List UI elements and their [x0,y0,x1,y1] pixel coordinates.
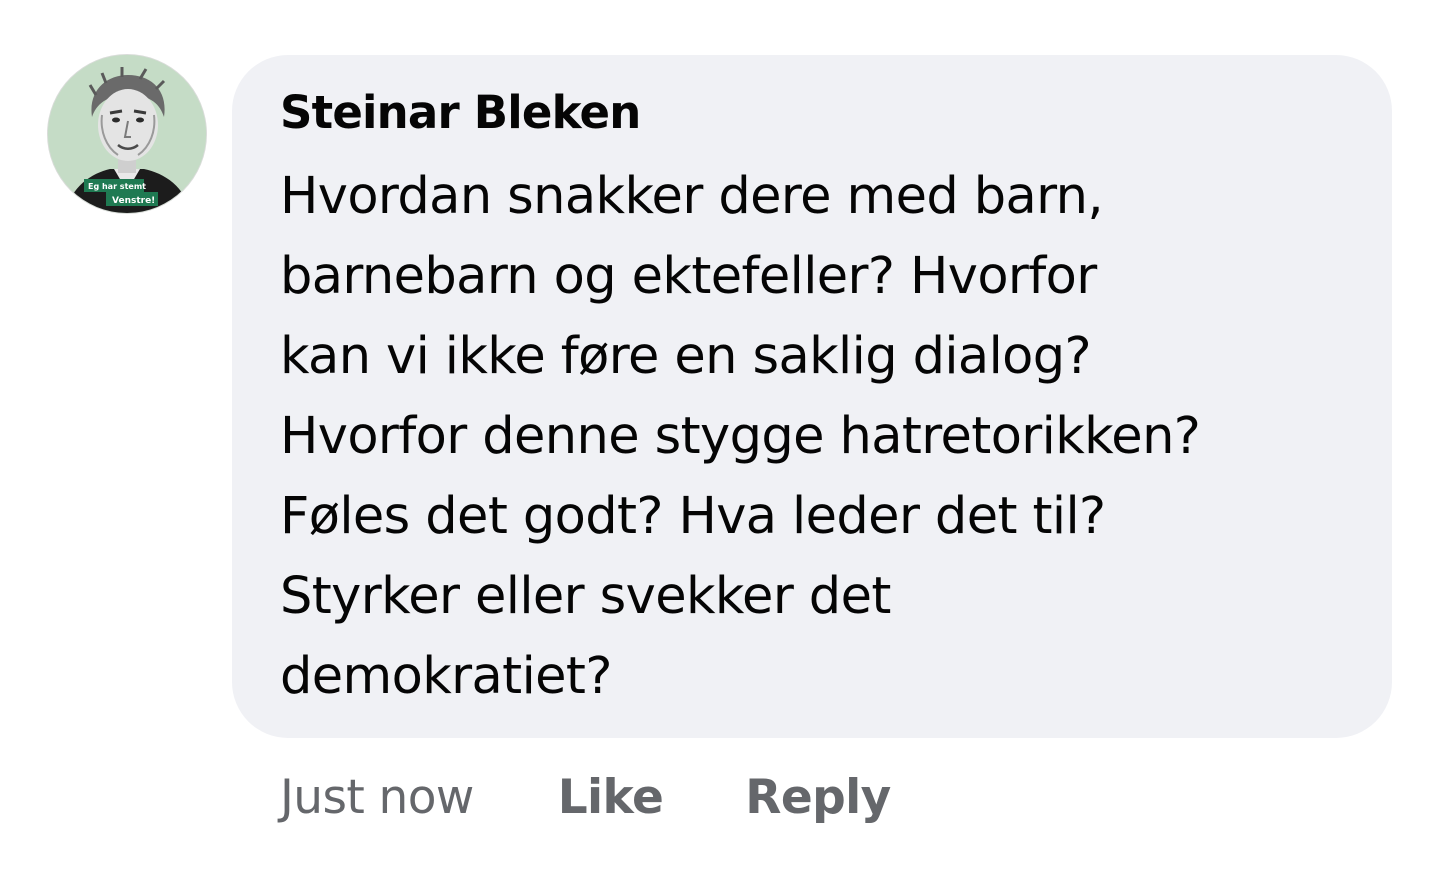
comment-line: barnebarn og ektefeller? Hvorfor [280,247,1097,306]
comment-line: demokratiet? [280,647,612,706]
comment-line: kan vi ikke føre en saklig dialog? [280,327,1092,386]
like-button[interactable]: Like [558,770,664,825]
svg-text:Eg har stemt: Eg har stemt [88,182,146,191]
comment-body: Hvordan snakker dere med barn, barnebarn… [280,157,1344,717]
svg-text:Venstre!: Venstre! [112,196,155,206]
comment-bubble: Steinar Bleken Hvordan snakker dere med … [232,55,1392,738]
avatar-portrait: Eg har stemt Venstre! [48,55,206,213]
reply-button[interactable]: Reply [745,770,891,825]
comment-line: Hvordan snakker dere med barn, [280,167,1104,226]
author-avatar[interactable]: Eg har stemt Venstre! [48,55,206,213]
comment-author-name[interactable]: Steinar Bleken [280,81,1344,145]
comment-line: Føles det godt? Hva leder det til? [280,487,1106,546]
comment-actions: Just now Like Reply [280,762,973,832]
comment-line: Hvorfor denne stygge hatretorikken? [280,407,1201,466]
comment-timestamp[interactable]: Just now [280,770,474,825]
comment-line: Styrker eller svekker det [280,567,891,626]
